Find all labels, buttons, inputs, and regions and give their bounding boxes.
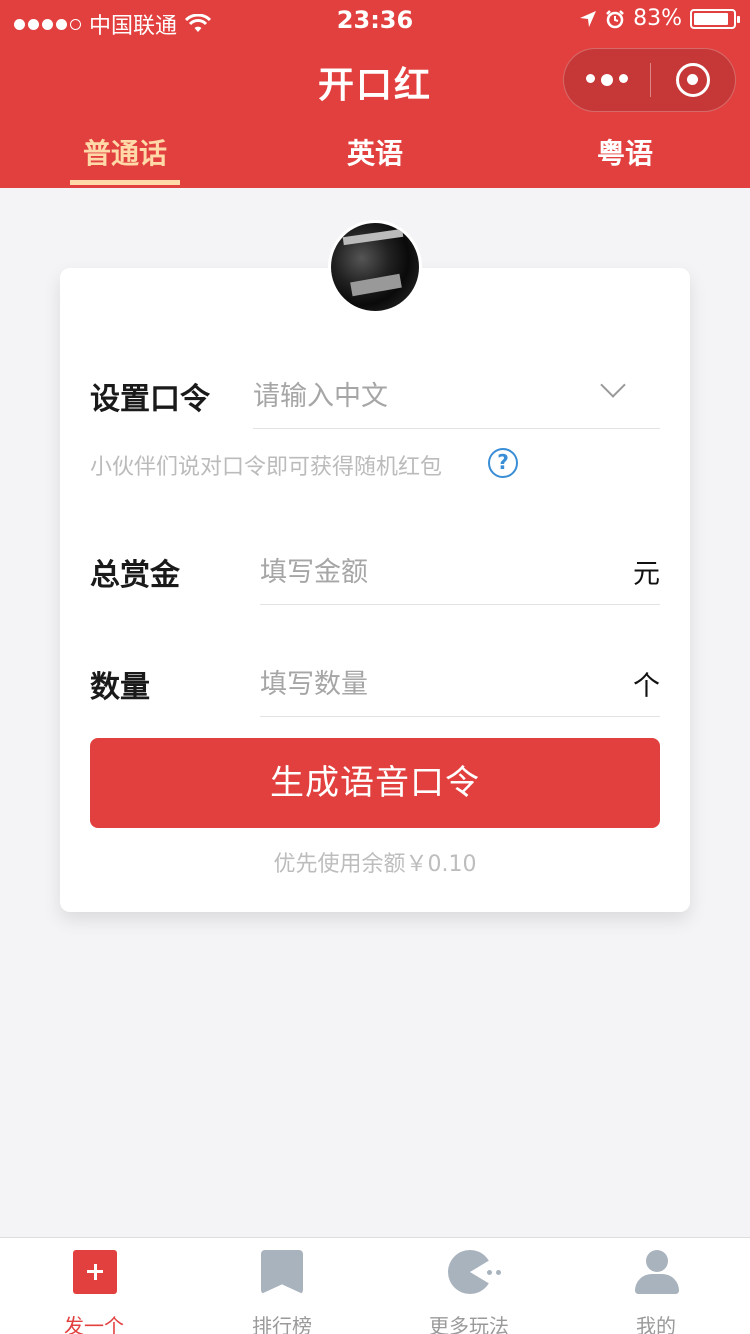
- location-icon: [580, 10, 597, 27]
- tabbar-item-ranking[interactable]: 排行榜: [188, 1238, 376, 1334]
- password-input[interactable]: 请输入中文: [253, 374, 388, 413]
- password-hint: 小伙伴们说对口令即可获得随机红包: [90, 455, 443, 480]
- status-bar: 中国联通 23:36 83%: [0, 0, 750, 40]
- password-underline: [253, 428, 660, 429]
- pacman-icon: [448, 1250, 492, 1294]
- avatar-image: [331, 223, 419, 311]
- status-right: 83%: [579, 6, 740, 31]
- tabbar-item-send[interactable]: 发一个: [0, 1238, 188, 1334]
- quantity-unit: 个: [633, 671, 660, 702]
- bottom-tab-bar: 发一个 排行榜 更多玩法 我的: [0, 1237, 750, 1334]
- chevron-down-icon[interactable]: [600, 372, 626, 398]
- user-icon: [635, 1250, 679, 1294]
- tab-cantonese[interactable]: 粤语: [550, 132, 700, 172]
- balance-note: 优先使用余额￥0.10: [273, 852, 477, 877]
- tabbar-item-mine[interactable]: 我的: [562, 1238, 750, 1334]
- battery-icon: [690, 8, 740, 29]
- avatar: [328, 220, 422, 314]
- close-miniprogram-button[interactable]: [651, 63, 735, 97]
- battery-percent: 83%: [633, 6, 682, 31]
- tab-english[interactable]: 英语: [300, 132, 450, 172]
- alarm-icon: [606, 9, 624, 28]
- tabbar-label-send: 发一个: [64, 1314, 124, 1334]
- generate-voice-password-button[interactable]: 生成语音口令: [90, 738, 660, 828]
- quantity-row: 数量 填写数量 个: [90, 658, 660, 718]
- tab-mandarin[interactable]: 普通话: [50, 132, 200, 172]
- quantity-underline: [260, 716, 660, 717]
- tabbar-label-more: 更多玩法: [429, 1314, 509, 1334]
- password-row: 设置口令 请输入中文: [90, 370, 660, 430]
- more-menu-icon[interactable]: [564, 74, 650, 86]
- miniprogram-capsule: [563, 48, 736, 112]
- amount-input[interactable]: 填写金额: [260, 550, 368, 589]
- tabbar-label-mine: 我的: [636, 1314, 676, 1334]
- target-icon: [676, 63, 710, 97]
- quantity-label: 数量: [90, 670, 150, 705]
- amount-row: 总赏金 填写金额 元: [90, 546, 660, 606]
- help-icon[interactable]: ?: [488, 448, 518, 478]
- tabbar-item-more[interactable]: 更多玩法: [375, 1238, 563, 1334]
- active-tab-indicator: [70, 180, 180, 185]
- header: 中国联通 23:36 83% 开口红 普通话 英语 粤语: [0, 0, 750, 188]
- pacman-dots: [487, 1270, 501, 1275]
- quantity-input[interactable]: 填写数量: [260, 662, 368, 701]
- password-label: 设置口令: [90, 382, 210, 417]
- language-tabs: 普通话 英语 粤语: [0, 128, 750, 188]
- plus-icon: [73, 1250, 117, 1294]
- tabbar-label-ranking: 排行榜: [252, 1314, 312, 1334]
- amount-label: 总赏金: [90, 558, 180, 593]
- amount-underline: [260, 604, 660, 605]
- amount-unit: 元: [633, 559, 660, 590]
- bookmark-icon: [261, 1250, 303, 1294]
